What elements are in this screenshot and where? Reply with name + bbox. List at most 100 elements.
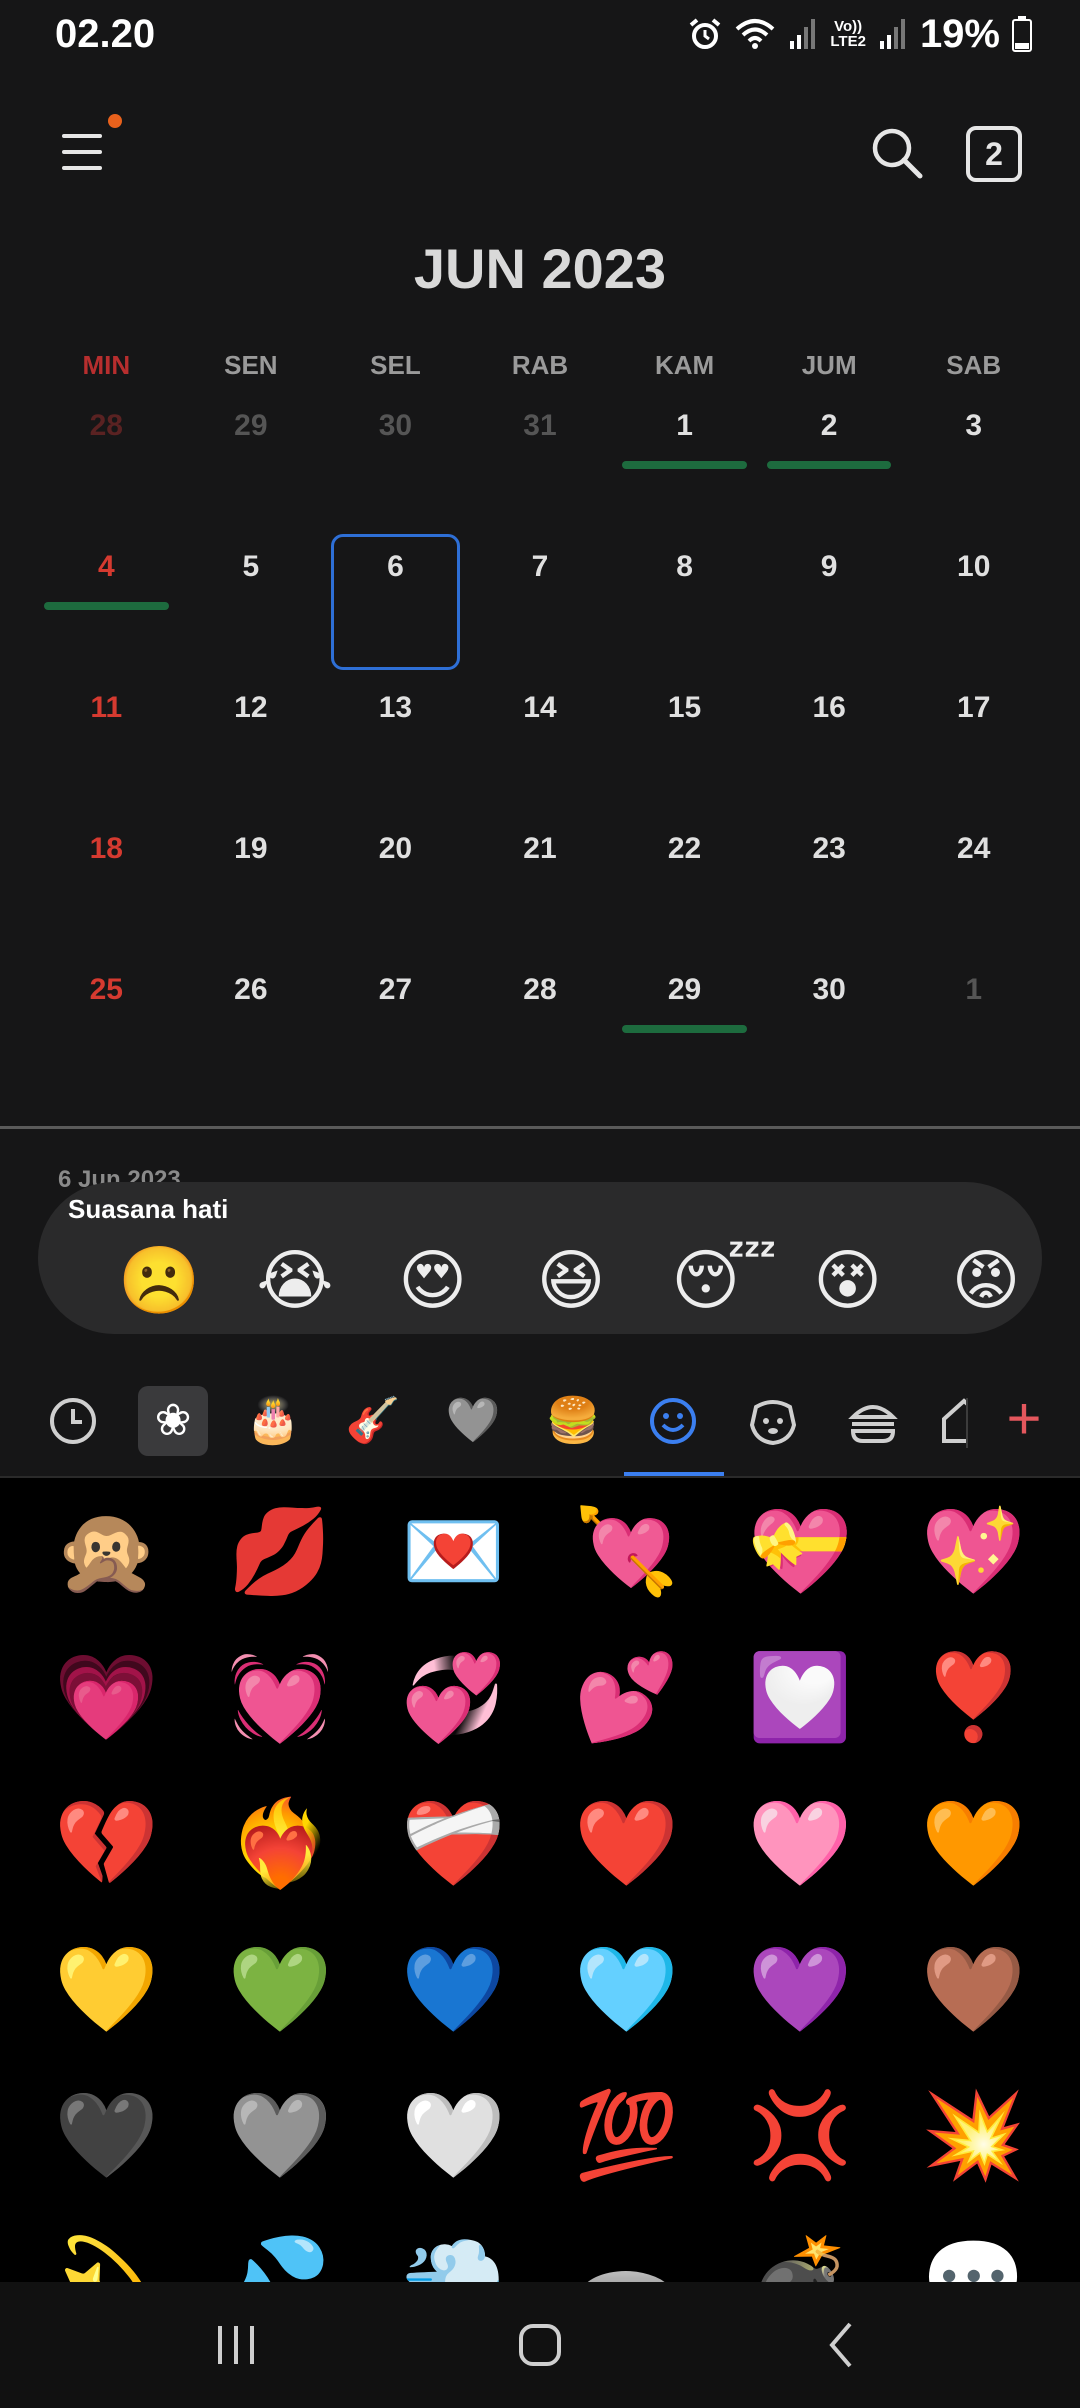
- calendar-day[interactable]: 11: [34, 677, 179, 818]
- emoji-keyboard: ❀ 🎂 🎸 🩶 🍔 + 🙊 💋 💌 💘 💝 💖 💗 💓 💞 💕 💟 ❣️ 💔 ❤…: [0, 1368, 1080, 2282]
- emoji-key[interactable]: 💝: [713, 1478, 886, 1624]
- calendar-day[interactable]: 19: [179, 818, 324, 959]
- emoji-key[interactable]: 💣: [713, 2208, 886, 2282]
- calendar-day[interactable]: 30: [757, 959, 902, 1100]
- mood-heart-eyes[interactable]: 😍: [395, 1242, 471, 1318]
- emoji-key[interactable]: 💨: [367, 2208, 540, 2282]
- emoji-key[interactable]: 💔: [20, 1770, 193, 1916]
- calendar-day[interactable]: 5: [179, 536, 324, 677]
- emoji-key[interactable]: 💕: [540, 1624, 713, 1770]
- month-title[interactable]: JUN 2023: [0, 236, 1080, 301]
- tab-hearts[interactable]: 🩶: [438, 1386, 508, 1456]
- calendar-day[interactable]: 21: [468, 818, 613, 959]
- calendar-day[interactable]: 8: [612, 536, 757, 677]
- mood-sleeping[interactable]: 😴: [671, 1242, 777, 1318]
- emoji-key[interactable]: ❣️: [887, 1624, 1060, 1770]
- calendar-day[interactable]: 15: [612, 677, 757, 818]
- emoji-key[interactable]: 💚: [193, 1916, 366, 2062]
- tab-music[interactable]: 🎸: [338, 1386, 408, 1456]
- recents-button[interactable]: [196, 2312, 276, 2378]
- tab-recent[interactable]: [38, 1386, 108, 1456]
- emoji-key[interactable]: 💬: [887, 2208, 1060, 2282]
- emoji-key[interactable]: 💯: [540, 2062, 713, 2208]
- emoji-key[interactable]: 💖: [887, 1478, 1060, 1624]
- calendar-day[interactable]: 1: [612, 395, 757, 536]
- emoji-key[interactable]: ❤️‍🔥: [193, 1770, 366, 1916]
- calendar-day[interactable]: 22: [612, 818, 757, 959]
- emoji-key[interactable]: 🖤: [20, 2062, 193, 2208]
- emoji-key[interactable]: 💓: [193, 1624, 366, 1770]
- calendar-day[interactable]: 3: [901, 395, 1046, 536]
- emoji-key[interactable]: 💥: [887, 2062, 1060, 2208]
- today-count-button[interactable]: 2: [966, 126, 1022, 182]
- calendar-day[interactable]: 12: [179, 677, 324, 818]
- mood-laughing[interactable]: 😆: [533, 1242, 609, 1318]
- calendar-day[interactable]: 30: [323, 395, 468, 536]
- menu-button[interactable]: [58, 114, 122, 178]
- tab-animals[interactable]: [738, 1386, 808, 1456]
- calendar-day[interactable]: 29: [179, 395, 324, 536]
- emoji-key[interactable]: 💟: [713, 1624, 886, 1770]
- mood-frowning[interactable]: ☹️: [118, 1242, 200, 1318]
- calendar-day[interactable]: 28: [34, 395, 179, 536]
- emoji-key[interactable]: 🩵: [540, 1916, 713, 2062]
- emoji-key[interactable]: 💜: [713, 1916, 886, 2062]
- emoji-key[interactable]: 💛: [20, 1916, 193, 2062]
- emoji-key[interactable]: ❤️‍🩹: [367, 1770, 540, 1916]
- emoji-key[interactable]: 🩶: [193, 2062, 366, 2208]
- emoji-key[interactable]: 💘: [540, 1478, 713, 1624]
- emoji-key[interactable]: 💙: [367, 1916, 540, 2062]
- tab-celebration[interactable]: 🎂: [238, 1386, 308, 1456]
- calendar-day[interactable]: 27: [323, 959, 468, 1100]
- calendar-day[interactable]: 24: [901, 818, 1046, 959]
- tab-stickers[interactable]: ❀: [138, 1386, 208, 1456]
- calendar-day[interactable]: 13: [323, 677, 468, 818]
- mood-angry[interactable]: 😡: [948, 1242, 1024, 1318]
- search-button[interactable]: [868, 124, 926, 182]
- alarm-icon: [690, 18, 721, 49]
- calendar-day[interactable]: 2: [757, 395, 902, 536]
- calendar-day[interactable]: 26: [179, 959, 324, 1100]
- calendar-day[interactable]: 23: [757, 818, 902, 959]
- emoji-key[interactable]: 💌: [367, 1478, 540, 1624]
- emoji-key[interactable]: 💫: [20, 2208, 193, 2282]
- calendar-day[interactable]: 31: [468, 395, 613, 536]
- emoji-key[interactable]: ❤️: [540, 1770, 713, 1916]
- tab-food-sticker[interactable]: 🍔: [538, 1386, 608, 1456]
- emoji-key[interactable]: 🤎: [887, 1916, 1060, 2062]
- calendar-day[interactable]: 10: [901, 536, 1046, 677]
- emoji-key[interactable]: 💢: [713, 2062, 886, 2208]
- emoji-key[interactable]: 🩷: [713, 1770, 886, 1916]
- calendar-day[interactable]: 9: [757, 536, 902, 677]
- calendar-day[interactable]: 18: [34, 818, 179, 959]
- emoji-key[interactable]: 🕳️: [540, 2208, 713, 2282]
- calendar-day-selected[interactable]: 6: [323, 534, 468, 677]
- calendar-day[interactable]: 17: [901, 677, 1046, 818]
- add-sticker-button[interactable]: +: [996, 1384, 1052, 1454]
- emoji-key[interactable]: 💞: [367, 1624, 540, 1770]
- calendar-day[interactable]: 16: [757, 677, 902, 818]
- calendar-day[interactable]: 20: [323, 818, 468, 959]
- emoji-key[interactable]: 💗: [20, 1624, 193, 1770]
- calendar-day[interactable]: 14: [468, 677, 613, 818]
- calendar-day[interactable]: 25: [34, 959, 179, 1100]
- emoji-key[interactable]: 🤍: [367, 2062, 540, 2208]
- tab-food[interactable]: [838, 1386, 908, 1456]
- emoji-grid: 🙊 💋 💌 💘 💝 💖 💗 💓 💞 💕 💟 ❣️ 💔 ❤️‍🔥 ❤️‍🩹 ❤️ …: [20, 1478, 1060, 2282]
- calendar-day[interactable]: 7: [468, 536, 613, 677]
- home-button[interactable]: [500, 2312, 580, 2378]
- mood-crying[interactable]: 😭: [256, 1242, 333, 1318]
- tab-smileys[interactable]: [638, 1386, 708, 1456]
- emoji-key[interactable]: 💦: [193, 2208, 366, 2282]
- calendar-day[interactable]: 1: [901, 959, 1046, 1100]
- calendar-day[interactable]: 29: [612, 959, 757, 1100]
- emoji-key[interactable]: 💋: [193, 1478, 366, 1624]
- tab-objects[interactable]: [938, 1386, 968, 1456]
- emoji-key[interactable]: 🧡: [887, 1770, 1060, 1916]
- back-button[interactable]: [802, 2312, 882, 2378]
- calendar-day[interactable]: 28: [468, 959, 613, 1100]
- mood-dizzy[interactable]: 😵: [810, 1242, 886, 1318]
- status-icons: Vo)) LTE2 19%: [688, 12, 1032, 56]
- emoji-key[interactable]: 🙊: [20, 1478, 193, 1624]
- calendar-day[interactable]: 4: [34, 536, 179, 677]
